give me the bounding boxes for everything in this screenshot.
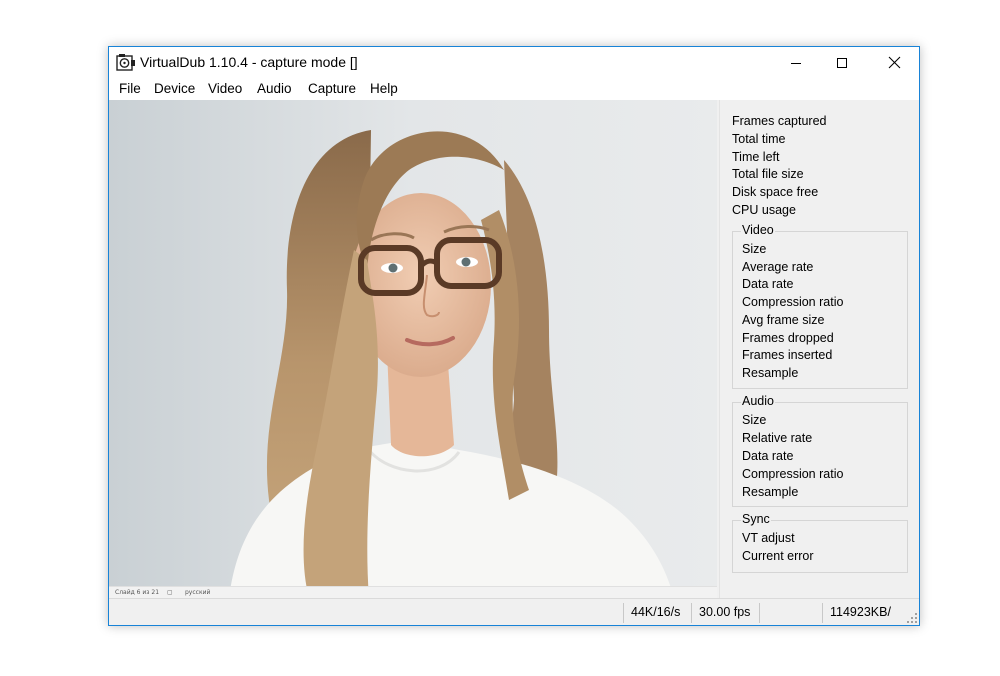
window-title: VirtualDub 1.10.4 - capture mode [] xyxy=(140,54,358,70)
audio-data-rate: Data rate xyxy=(742,449,794,463)
audio-relative-rate: Relative rate xyxy=(742,431,813,445)
menu-audio[interactable]: Audio xyxy=(257,81,292,96)
menu-device[interactable]: Device xyxy=(154,81,195,96)
minimize-icon xyxy=(791,62,801,64)
stat-frames-captured: Frames captured xyxy=(732,114,827,128)
resize-grip-icon[interactable] xyxy=(906,612,918,624)
video-group-title: Video xyxy=(741,223,775,237)
sync-vt-adjust: VT adjust xyxy=(742,531,795,545)
audio-resample: Resample xyxy=(742,485,799,499)
maximize-button[interactable] xyxy=(819,47,865,78)
status-audio-format: 44K/16/s xyxy=(623,603,691,623)
sync-group: Sync VT adjust Current error xyxy=(732,512,908,573)
stat-total-time: Total time xyxy=(732,132,786,146)
video-group: Video Size Average rate Data rate Compre… xyxy=(732,223,908,389)
virtualdub-window: VirtualDub 1.10.4 - capture mode [] File… xyxy=(108,46,920,626)
audio-size: Size xyxy=(742,413,767,427)
capture-preview: Слайд 6 из 21 ▢ русский xyxy=(109,100,717,598)
audio-group-title: Audio xyxy=(741,394,775,408)
video-data-rate: Data rate xyxy=(742,277,794,291)
status-fps: 30.00 fps xyxy=(691,603,759,623)
maximize-icon xyxy=(837,57,847,68)
video-size: Size xyxy=(742,242,767,256)
sync-group-title: Sync xyxy=(741,512,771,526)
language-label: русский xyxy=(185,589,211,596)
menu-capture[interactable]: Capture xyxy=(308,81,356,96)
client-area: Слайд 6 из 21 ▢ русский Frames captured … xyxy=(109,100,919,625)
audio-compression-ratio: Compression ratio xyxy=(742,467,844,481)
film-reel-icon xyxy=(116,54,135,71)
capture-stats-panel: Frames captured Total time Time left Tot… xyxy=(719,100,919,598)
menu-bar: File Device Video Audio Capture Help xyxy=(109,78,919,100)
video-average-rate: Average rate xyxy=(742,260,814,274)
sync-current-error: Current error xyxy=(742,549,814,563)
video-frames-dropped: Frames dropped xyxy=(742,331,834,345)
menu-help[interactable]: Help xyxy=(370,81,398,96)
audio-group: Audio Size Relative rate Data rate Compr… xyxy=(732,394,908,507)
status-empty xyxy=(759,603,822,623)
menu-video[interactable]: Video xyxy=(208,81,242,96)
portrait-photo-icon xyxy=(109,100,717,598)
video-compression-ratio: Compression ratio xyxy=(742,295,844,309)
menu-file[interactable]: File xyxy=(119,81,141,96)
slide-counter: Слайд 6 из 21 xyxy=(115,589,160,596)
slide-info-strip: Слайд 6 из 21 ▢ русский xyxy=(109,586,717,598)
status-disk: 114923KB/ xyxy=(822,603,906,623)
stat-time-left: Time left xyxy=(732,150,780,164)
minimize-button[interactable] xyxy=(773,47,819,78)
stat-total-file-size: Total file size xyxy=(732,167,804,181)
close-icon xyxy=(888,56,900,69)
video-resample: Resample xyxy=(742,366,799,380)
notes-icon: ▢ xyxy=(167,589,173,596)
status-bar: 44K/16/s 30.00 fps 114923KB/ xyxy=(109,598,919,625)
stat-disk-space-free: Disk space free xyxy=(732,185,819,199)
close-button[interactable] xyxy=(871,47,917,78)
title-bar[interactable]: VirtualDub 1.10.4 - capture mode [] xyxy=(109,47,919,78)
video-frames-inserted: Frames inserted xyxy=(742,348,833,362)
video-avg-frame-size: Avg frame size xyxy=(742,313,825,327)
stat-cpu-usage: CPU usage xyxy=(732,203,796,217)
